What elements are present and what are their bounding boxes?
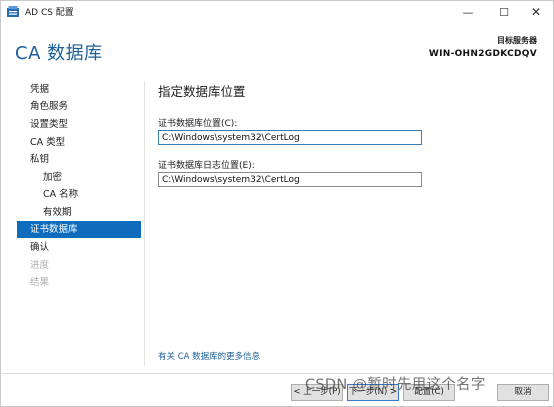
sidebar-item-cryptography[interactable]: 加密	[17, 169, 141, 186]
sidebar-item-label: 角色服务	[30, 101, 69, 112]
minimize-icon: —	[462, 5, 474, 19]
sidebar-item-validity-period[interactable]: 有效期	[17, 204, 141, 221]
cancel-button[interactable]: 取消	[497, 384, 549, 401]
minimize-button[interactable]: —	[451, 1, 485, 23]
sidebar-item-label: 结果	[30, 277, 50, 288]
sidebar-item-label: CA 名称	[43, 189, 79, 200]
sidebar-item-ca-name[interactable]: CA 名称	[17, 186, 141, 203]
window-title: AD CS 配置	[25, 8, 74, 18]
maximize-button[interactable]: ☐	[487, 1, 521, 23]
sidebar-item-label: 确认	[30, 242, 50, 253]
title-bar: AD CS 配置 — ☐ ✕	[1, 1, 553, 23]
sidebar-item-ca-type[interactable]: CA 类型	[17, 134, 141, 151]
sidebar-item-label: CA 类型	[30, 137, 66, 148]
sidebar-item-results: 结果	[17, 274, 141, 291]
target-server-label: 目标服务器	[497, 36, 537, 45]
page-title: CA 数据库	[15, 43, 103, 64]
sidebar-item-setup-type[interactable]: 设置类型	[17, 116, 141, 133]
sidebar-item-label: 设置类型	[30, 119, 69, 130]
sidebar-item-confirmation[interactable]: 确认	[17, 239, 141, 256]
more-info-link[interactable]: 有关 CA 数据库的更多信息	[158, 350, 260, 362]
db-location-label: 证书数据库位置(C):	[158, 119, 238, 129]
sidebar-item-private-key[interactable]: 私钥	[17, 151, 141, 168]
section-title: 指定数据库位置	[158, 84, 246, 99]
sidebar-item-label: 证书数据库	[30, 224, 78, 235]
ad-cs-config-window: AD CS 配置 — ☐ ✕ CA 数据库 目标服务器 WIN-OHN2GDKC…	[0, 0, 554, 407]
log-location-input[interactable]	[158, 172, 422, 187]
maximize-icon: ☐	[499, 5, 509, 19]
sidebar-item-label: 凭据	[30, 84, 50, 95]
target-server-name: WIN-OHN2GDKCDQV	[428, 49, 537, 59]
sidebar-item-label: 有效期	[43, 207, 72, 218]
db-location-input[interactable]	[158, 130, 422, 145]
sidebar-item-role-services[interactable]: 角色服务	[17, 98, 141, 115]
sidebar-item-progress: 进度	[17, 257, 141, 274]
server-manager-icon	[7, 6, 19, 17]
sidebar-item-label: 私钥	[30, 154, 50, 165]
close-icon: ✕	[530, 5, 542, 19]
watermark: CSDN @暂时先用这个名字	[305, 377, 486, 393]
log-location-label: 证书数据库日志位置(E):	[158, 161, 255, 171]
close-button[interactable]: ✕	[519, 1, 553, 23]
sidebar-item-label: 进度	[30, 260, 50, 271]
sidebar-item-credentials[interactable]: 凭据	[17, 81, 141, 98]
sidebar-item-label: 加密	[43, 172, 63, 183]
sidebar-item-certificate-database[interactable]: 证书数据库	[17, 221, 141, 238]
sidebar-divider	[144, 81, 145, 366]
